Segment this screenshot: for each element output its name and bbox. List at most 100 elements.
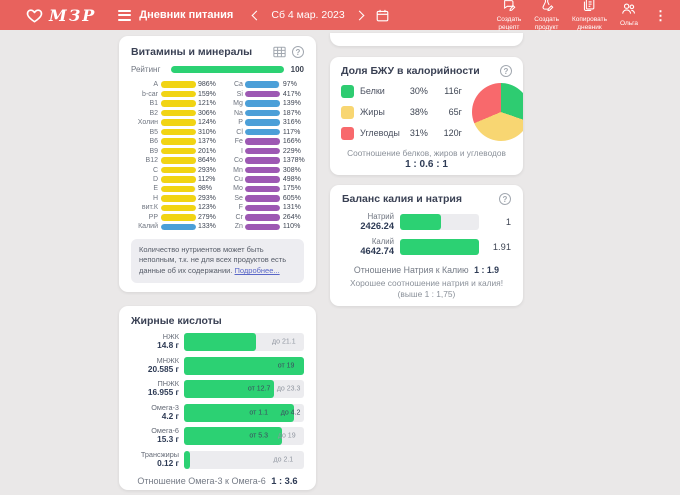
kebab-menu-icon[interactable]: ⋮: [651, 9, 670, 22]
na-k-ratio-footer: Отношение Натрия к Калию 1 : 1.9: [342, 265, 511, 275]
mineral-row: Mg 139%: [225, 100, 305, 107]
mineral-value: 117%: [282, 128, 301, 136]
mineral-bar: [245, 147, 281, 155]
balance-bar: [400, 239, 479, 255]
mineral-row: Na 187%: [225, 109, 305, 117]
vitamin-bar: [160, 100, 196, 107]
legend-row: Жиры 38% 65г: [341, 105, 462, 119]
legend-row: Белки 30% 116г: [341, 84, 462, 98]
fatty-acid-bar: от 1.1 до 4.2: [184, 403, 304, 422]
mineral-row: Cu 498%: [225, 176, 305, 183]
chevron-right-icon[interactable]: [354, 10, 365, 20]
vitamin-row: D 112%: [131, 176, 216, 183]
vitamin-value: 98%: [198, 185, 213, 193]
fatty-acid-value: 14.8 г: [157, 340, 179, 351]
mineral-bar: [245, 214, 281, 221]
vitamin-row: вит.К 123%: [131, 204, 216, 211]
sodium-potassium-card: Баланс калия и натрия ? Натрий 2426.24 1: [330, 185, 523, 306]
vitamin-label: D: [152, 175, 158, 183]
table-icon[interactable]: [273, 46, 286, 58]
chevron-left-icon[interactable]: [251, 10, 262, 20]
mineral-row: Cl 117%: [225, 128, 305, 136]
vitamin-value: 123%: [198, 204, 216, 212]
question-icon[interactable]: ?: [499, 193, 511, 205]
mineral-bar: [245, 100, 281, 107]
vitamin-bar: [160, 204, 196, 212]
mineral-value: 229%: [282, 147, 301, 155]
vitamin-row: B6 137%: [131, 138, 215, 145]
app-logo[interactable]: МЗР: [26, 6, 96, 25]
mineral-row: Mo 175%: [225, 185, 305, 192]
legend-color-swatch: [341, 84, 354, 98]
vitamin-value: 310%: [198, 128, 216, 136]
calendar-icon[interactable]: [376, 9, 389, 22]
vitamin-label: B12: [145, 157, 158, 165]
vitamin-value: 306%: [198, 109, 216, 117]
user-icon: [621, 2, 636, 20]
range-marker-label: до 4.2: [280, 409, 301, 416]
hamburger-icon[interactable]: [118, 9, 132, 21]
omega-ratio-value: 1 : 3.6: [271, 475, 298, 486]
vitamin-row: H 293%: [131, 195, 216, 202]
mineral-label: Cl: [236, 128, 243, 136]
vitamin-label: вит.К: [141, 204, 158, 212]
bju-footer-label: Соотношение белков, жиров и углеводов: [347, 148, 506, 158]
vitamin-row: B12 864%: [131, 157, 216, 164]
vitamin-label: PP: [148, 213, 158, 221]
mineral-label: Si: [236, 90, 243, 98]
vitamin-row: B9 201%: [131, 147, 215, 155]
user-menu-button[interactable]: Ольга: [620, 2, 638, 28]
mineral-bar: [245, 157, 281, 164]
mineral-row: Se 605%: [225, 195, 305, 202]
mineral-row: Fe 166%: [225, 138, 305, 145]
macro-legend: Белки 30% 116г Жиры 38% 65г Углеводы 31%…: [341, 84, 462, 140]
note-more-link[interactable]: Подробнее...: [235, 266, 280, 275]
range-marker-label: от 19: [277, 362, 295, 369]
mineral-row: Zn 110%: [225, 223, 305, 230]
vitamin-bar: [160, 157, 196, 164]
vitamin-label: B5: [149, 128, 158, 136]
vitamin-bar: [160, 119, 196, 126]
create-product-icon: [540, 0, 554, 16]
page-title: Дневник питания: [139, 9, 234, 21]
mineral-row: I 229%: [225, 147, 305, 155]
left-column: Витамины и минералы ? Рейтинг 100 A 986%…: [119, 36, 316, 490]
mineral-row: Co 1378%: [225, 157, 305, 164]
copy-diary-button[interactable]: Копировать дневник: [572, 0, 607, 32]
mineral-value: 166%: [282, 138, 301, 146]
fatty-acid-bar: до 21.1: [184, 333, 304, 351]
header-actions: Создать рецепт Создать продукт Копироват…: [497, 0, 670, 32]
balance-row: Натрий 2426.24 1: [342, 212, 511, 232]
range-marker-label: до 21.1: [272, 338, 296, 346]
create-recipe-button[interactable]: Создать рецепт: [497, 0, 521, 32]
range-marker-label: до 2.1: [273, 456, 294, 463]
vitamin-bar: [160, 90, 196, 98]
create-product-button[interactable]: Создать продукт: [534, 0, 559, 32]
mineral-value: 175%: [282, 185, 301, 193]
mineral-value: 131%: [282, 204, 301, 212]
mineral-row: P 316%: [225, 119, 305, 126]
fatty-acids-card: Жирные кислоты НЖК 14.8 г до 21.1 МНЖК 2…: [119, 306, 316, 490]
user-name-label: Ольга: [619, 20, 638, 27]
range-marker-label: от 1.1: [249, 409, 268, 416]
question-icon[interactable]: ?: [292, 46, 304, 58]
mineral-bar: [245, 90, 281, 98]
fatty-acid-row: Омега-3 4.2 г от 1.1 до 4.2: [131, 403, 304, 422]
mineral-label: Fe: [234, 138, 243, 146]
mineral-value: 498%: [282, 175, 301, 183]
mineral-value: 417%: [282, 90, 301, 98]
fatty-acid-row: Омега-6 15.3 г от 5.3 до 19: [131, 426, 304, 445]
balance-label: Калий: [371, 236, 394, 246]
vitamin-bar: [160, 166, 196, 174]
vitamin-row: Калий 133%: [131, 223, 216, 230]
question-icon[interactable]: ?: [500, 65, 512, 77]
fatty-acid-row: Трансжиры 0.12 г до 2.1: [131, 450, 304, 469]
na-k-note: Хорошее соотношение натрия и калия! (выш…: [349, 278, 504, 300]
vitamin-value: 293%: [198, 166, 216, 174]
mineral-value: 605%: [282, 194, 301, 202]
date-label[interactable]: Сб 4 мар. 2023: [271, 9, 344, 21]
nutrients-note: Количество нутриентов может быть неполны…: [131, 238, 304, 284]
legend-percent: 30%: [409, 86, 428, 96]
scrolled-card-partial: [330, 33, 523, 46]
vitamin-value: 864%: [198, 157, 216, 165]
